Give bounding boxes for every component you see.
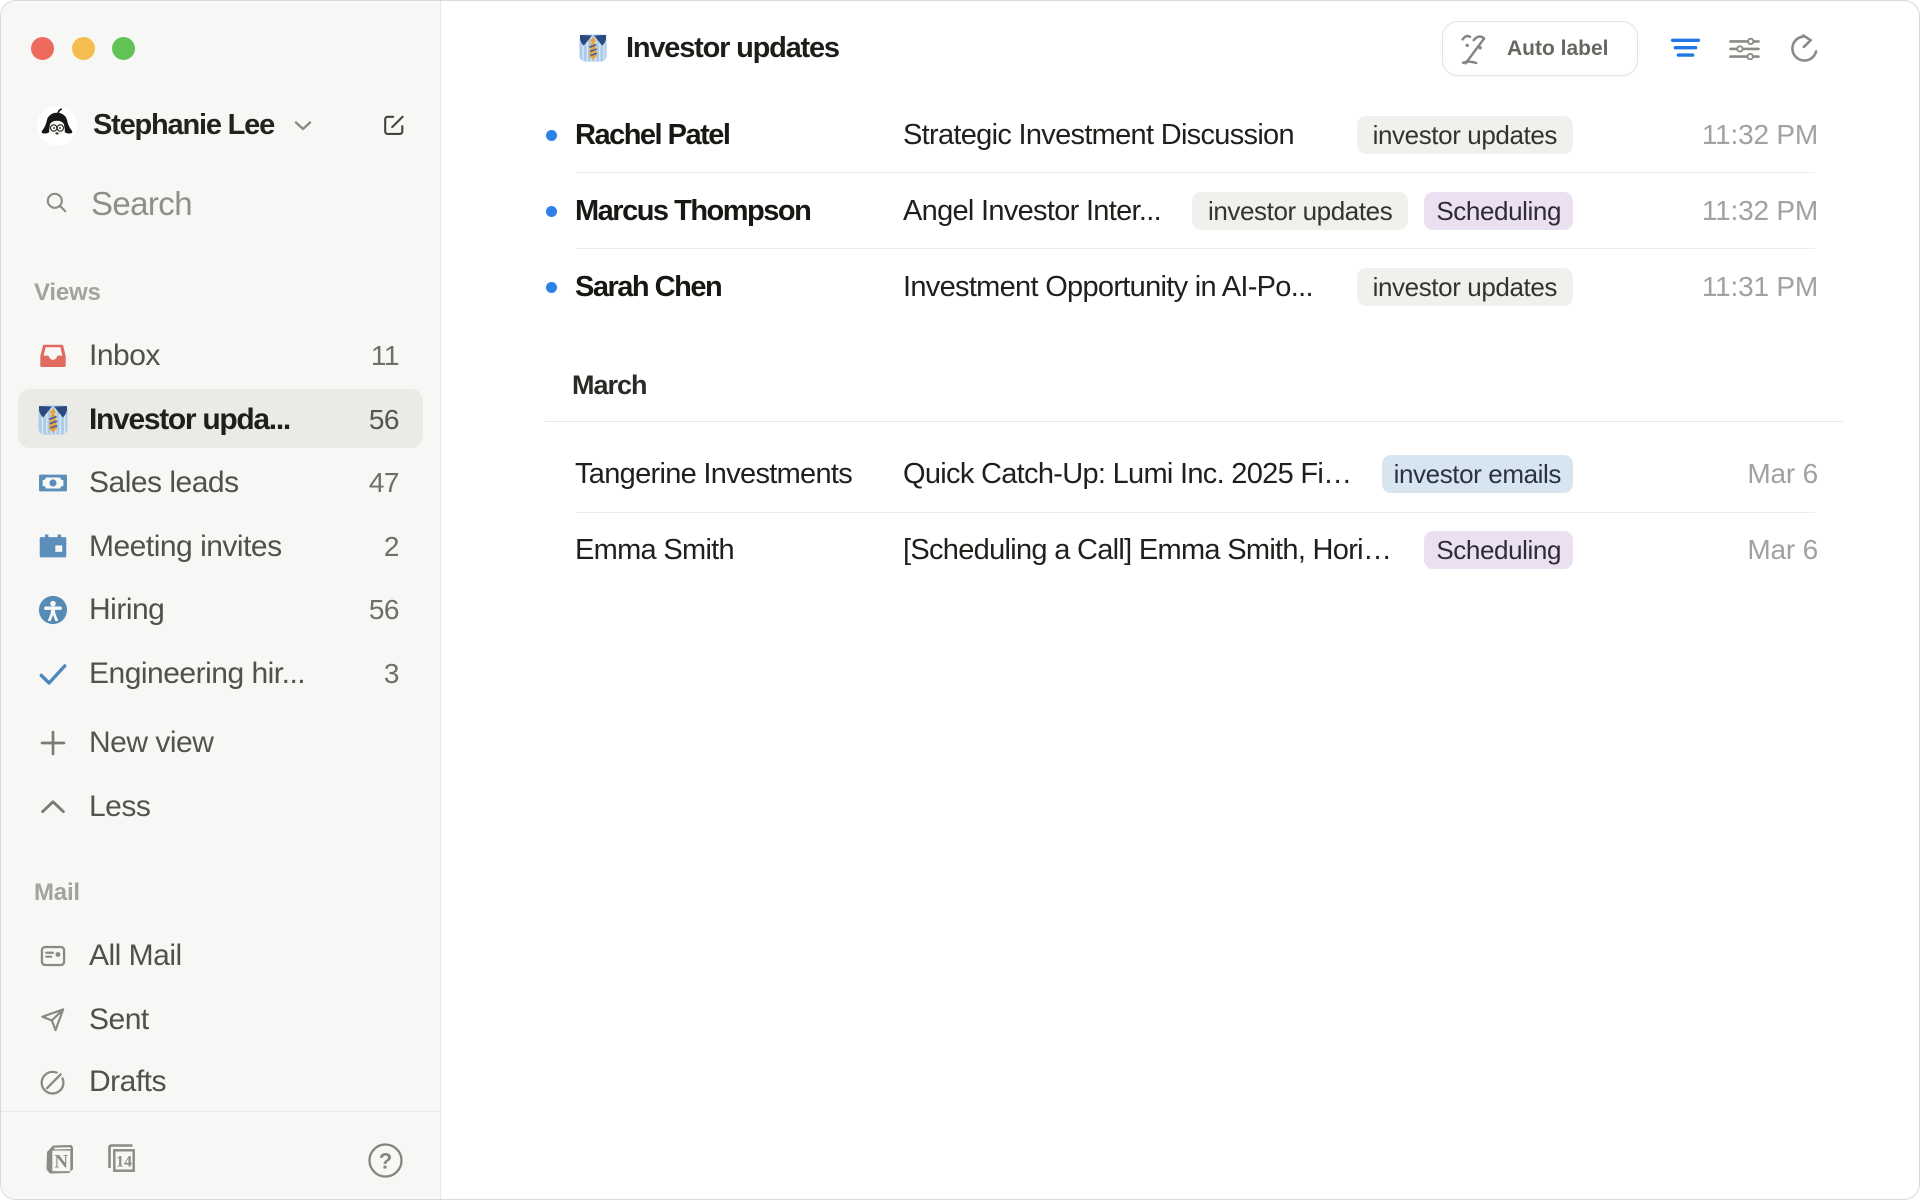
svg-text:N: N <box>54 1151 68 1172</box>
svg-text:14: 14 <box>116 1154 132 1171</box>
svg-text:?: ? <box>379 1149 392 1174</box>
